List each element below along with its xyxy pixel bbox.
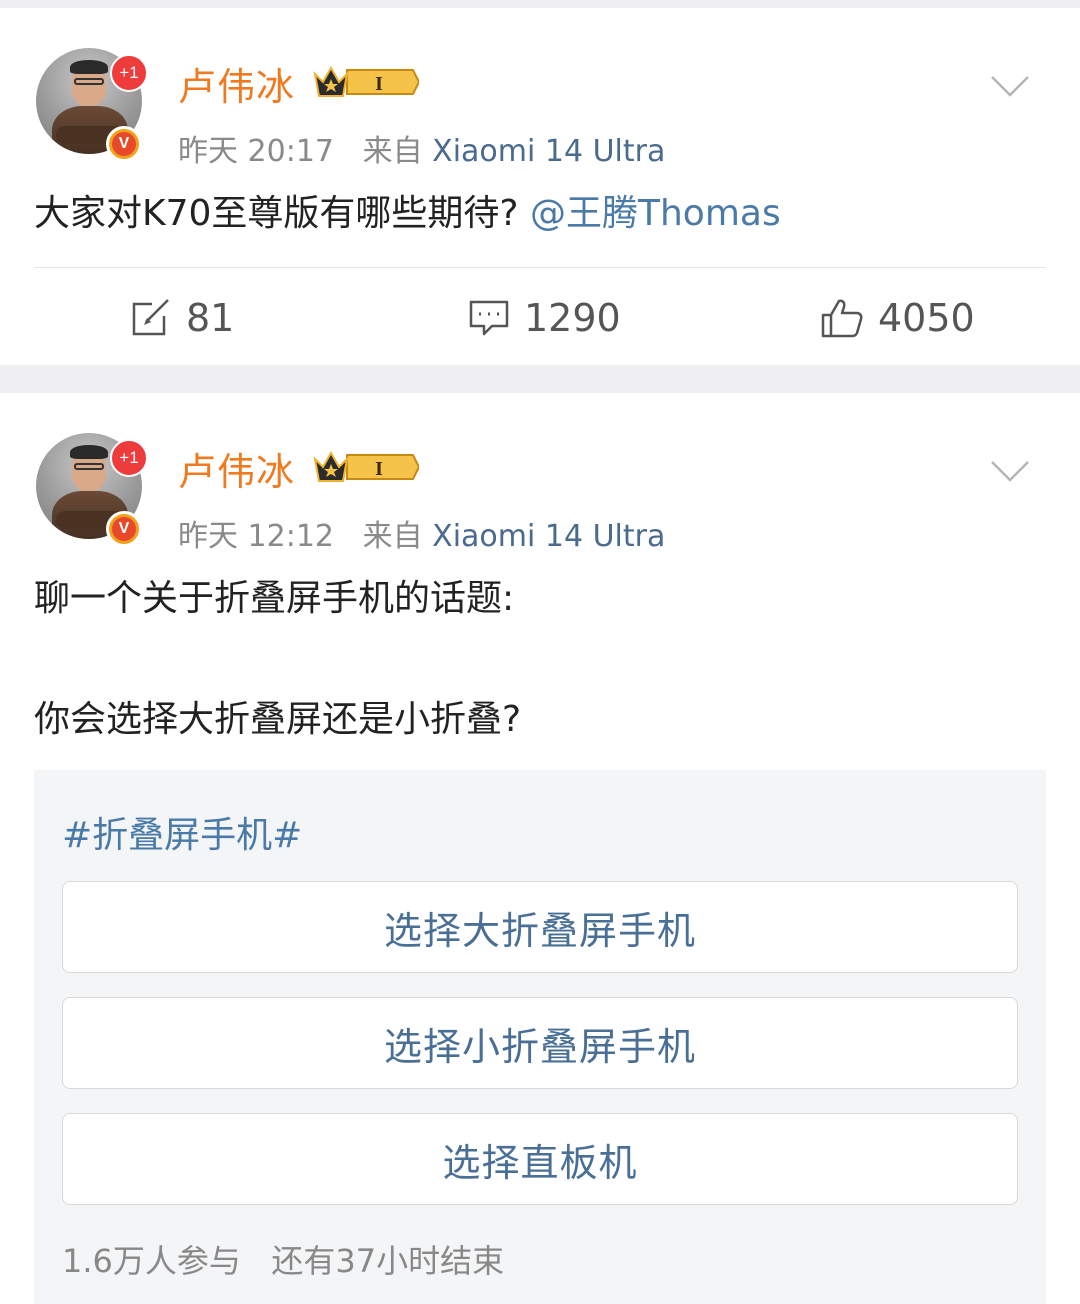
like-count: 4050: [878, 296, 975, 340]
repost-count: 81: [186, 296, 235, 340]
top-separator: [0, 0, 1080, 8]
source-prefix: 来自: [362, 519, 423, 554]
verified-badge-icon: V: [106, 126, 142, 162]
username[interactable]: 卢伟冰: [178, 441, 295, 496]
poll-participants: 1.6万人参与: [62, 1242, 241, 1280]
poll-card: #折叠屏手机# 选择大折叠屏手机 选择小折叠屏手机 选择直板机 1.6万人参与 …: [34, 770, 1046, 1304]
post-time: 昨天 20:17: [178, 134, 334, 169]
post-meta: 昨天 20:17 来自 Xiaomi 14 Ultra: [178, 126, 665, 170]
post-text: 大家对K70至尊版有哪些期待? @王腾Thomas: [34, 192, 781, 236]
plus-one-badge: +1: [110, 54, 148, 92]
source-device[interactable]: Xiaomi 14 Ultra: [432, 519, 665, 554]
plus-one-badge: +1: [110, 439, 148, 477]
comment-count: 1290: [524, 296, 621, 340]
post-text-line: 聊一个关于折叠屏手机的话题:: [34, 578, 515, 619]
post-card[interactable]: +1 V 卢伟冰 I 昨天 12:12 来自 Xiaomi 14 Ultra 聊…: [0, 393, 1080, 1304]
repost-button[interactable]: 81: [130, 296, 234, 340]
verified-badge-icon: V: [106, 511, 142, 547]
poll-remaining-time: 还有37小时结束: [271, 1242, 505, 1280]
like-button[interactable]: 4050: [820, 296, 975, 340]
divider: [34, 267, 1046, 268]
source-prefix: 来自: [362, 134, 423, 169]
comment-icon: [469, 300, 509, 336]
svg-text:I: I: [375, 73, 383, 95]
poll-option[interactable]: 选择大折叠屏手机: [62, 881, 1018, 973]
mention-link[interactable]: @王腾Thomas: [530, 193, 781, 234]
username[interactable]: 卢伟冰: [178, 56, 295, 111]
svg-text:I: I: [375, 458, 383, 480]
post-body: 大家对K70至尊版有哪些期待?: [34, 193, 519, 234]
repost-icon: [132, 299, 169, 336]
poll-option[interactable]: 选择直板机: [62, 1113, 1018, 1205]
comment-button[interactable]: 1290: [468, 296, 621, 340]
chevron-down-icon[interactable]: [990, 459, 1030, 483]
vip-crown-badge-icon[interactable]: I: [313, 62, 419, 102]
poll-footer: 1.6万人参与 还有37小时结束: [62, 1236, 504, 1282]
poll-option[interactable]: 选择小折叠屏手机: [62, 997, 1018, 1089]
vip-crown-badge-icon[interactable]: I: [313, 447, 419, 487]
post-time: 昨天 12:12: [178, 519, 334, 554]
post-meta: 昨天 12:12 来自 Xiaomi 14 Ultra: [178, 511, 665, 555]
topic-hashtag[interactable]: #折叠屏手机#: [62, 806, 302, 858]
post-card[interactable]: +1 V 卢伟冰 I 昨天 20:17 来自 Xiaomi 14 Ultra 大…: [0, 8, 1080, 365]
source-device[interactable]: Xiaomi 14 Ultra: [432, 134, 665, 169]
like-icon: [821, 299, 863, 338]
chevron-down-icon[interactable]: [990, 74, 1030, 98]
post-text-line: 你会选择大折叠屏还是小折叠?: [34, 699, 522, 740]
